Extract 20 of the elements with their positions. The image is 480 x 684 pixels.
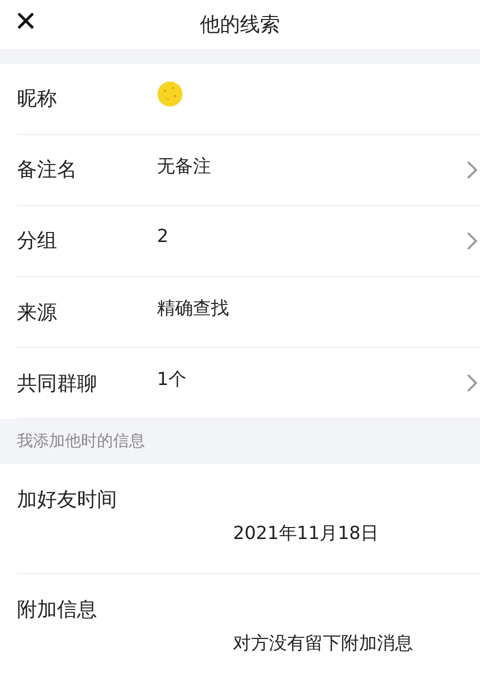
emoji-icon	[157, 80, 183, 107]
row-label: 备注名	[17, 156, 78, 184]
chevron-icon[interactable]	[466, 373, 478, 394]
row-label: 共同群聊	[17, 370, 98, 397]
chevron-icon[interactable]	[466, 160, 478, 180]
row-label: 来源	[17, 298, 58, 326]
page-title: 他的线索	[200, 10, 280, 38]
row-label: 昵称	[17, 85, 58, 112]
row-value: 无备注	[157, 154, 212, 178]
detail-value: 对方没有留下附加消息	[233, 632, 414, 656]
detail-label: 加好友时间	[17, 486, 118, 514]
row-value: 精确查找	[157, 297, 230, 320]
row-value: 2	[157, 226, 170, 248]
detail-value: 2021年11月18日	[233, 522, 380, 546]
close-button[interactable]: ✕	[12, 4, 39, 40]
row-label: 分组	[17, 227, 58, 254]
detail-label: 附加信息	[17, 596, 98, 624]
section-title: 我添加他时的信息	[17, 431, 145, 452]
row-value: 1个	[157, 368, 188, 392]
chevron-icon[interactable]	[466, 230, 478, 251]
